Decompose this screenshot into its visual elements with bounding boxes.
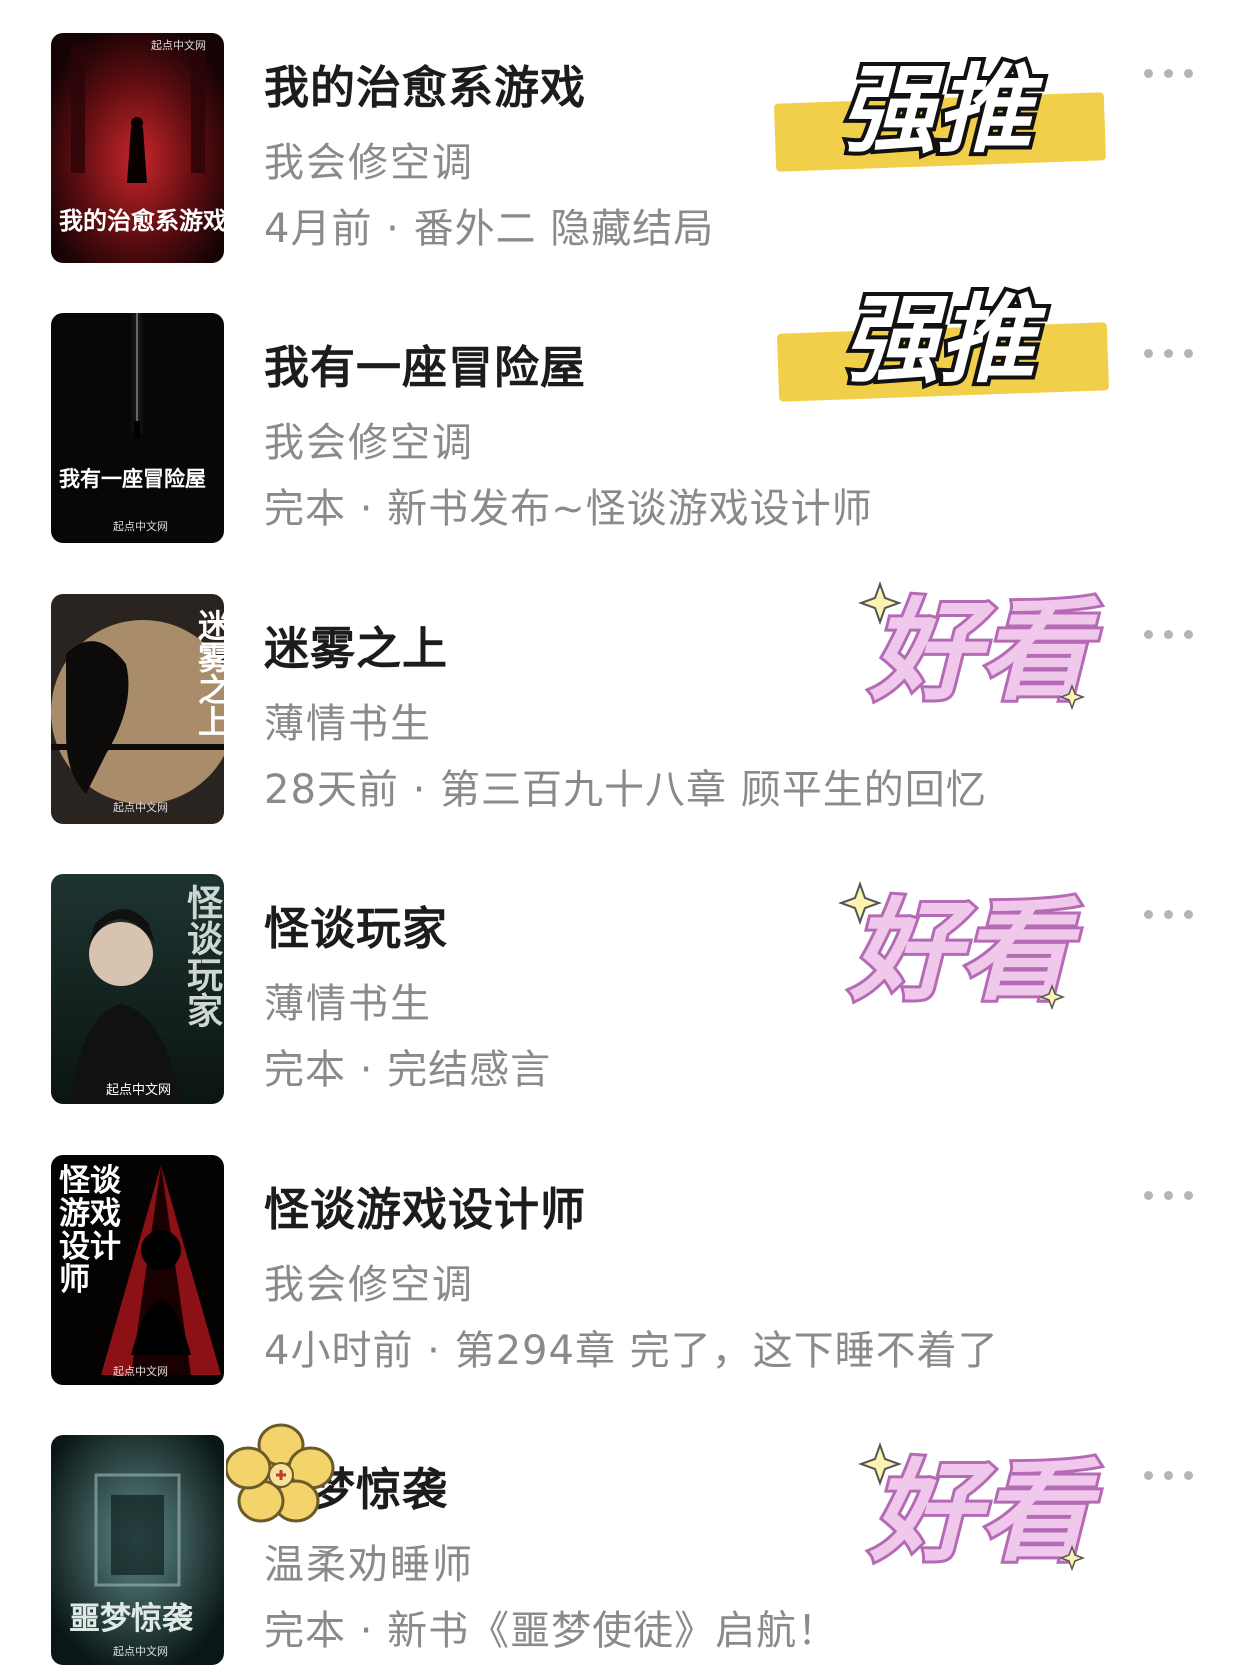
flower-sticker-icon <box>226 1423 335 1523</box>
book-title[interactable]: 迷雾之上 <box>264 612 448 677</box>
book-row[interactable]: 我有一座冒险屋 起点中文网 我有一座冒险屋 我会修空调 完本 · 新书发布~怪谈… <box>0 280 1242 549</box>
cover-publisher: 起点中文网 <box>113 801 168 814</box>
more-icon[interactable] <box>1140 63 1200 83</box>
book-row[interactable]: 怪谈游戏设计师 起点中文网 怪谈游戏设计师 我会修空调 4小时前 · 第294章… <box>0 1155 1242 1391</box>
book-author: 我会修空调 <box>264 1262 474 1308</box>
book-title[interactable]: 怪谈游戏设计师 <box>264 1173 586 1238</box>
book-cover[interactable]: 怪谈游戏设计师 起点中文网 <box>51 1155 224 1385</box>
more-icon[interactable] <box>1140 904 1200 924</box>
book-update-info: 4月前 · 番外二 隐藏结局 <box>264 206 715 252</box>
cover-title: 怪谈玩家 <box>181 884 223 1028</box>
cover-title: 迷雾之上 <box>193 609 224 737</box>
book-cover[interactable]: 噩梦惊袭 起点中文网 <box>51 1435 224 1665</box>
strong-recommend-sticker: 强推 <box>777 280 1109 402</box>
more-icon[interactable] <box>1140 624 1200 644</box>
book-author: 我会修空调 <box>264 140 474 186</box>
book-author: 薄情书生 <box>264 981 432 1027</box>
cover-title: 噩梦惊袭 <box>69 1601 193 1637</box>
book-update-info: 完本 · 完结感言 <box>264 1047 552 1093</box>
cover-publisher: 起点中文网 <box>113 1645 168 1658</box>
cover-publisher: 起点中文网 <box>151 39 206 52</box>
good-read-sticker: 好看 <box>838 881 1084 1014</box>
cover-publisher: 起点中文网 <box>113 520 168 533</box>
book-cover[interactable]: 迷雾之上 起点中文网 <box>51 594 224 824</box>
book-title[interactable]: 我有一座冒险屋 <box>264 331 586 396</box>
book-title[interactable]: 怪谈玩家 <box>264 892 448 957</box>
sticker-text: 强推 <box>840 54 1044 166</box>
book-author: 我会修空调 <box>264 420 474 466</box>
cover-publisher: 起点中文网 <box>106 1083 172 1098</box>
cover-title: 我有一座冒险屋 <box>59 466 206 491</box>
book-title[interactable]: 我的治愈系游戏 <box>264 51 586 116</box>
sticker-text: 强推 <box>843 284 1047 396</box>
cover-title: 我的治愈系游戏 <box>59 206 224 235</box>
book-update-info: 4小时前 · 第294章 完了，这下睡不着了 <box>264 1328 999 1374</box>
book-cover[interactable]: 我有一座冒险屋 起点中文网 <box>51 313 224 543</box>
more-icon[interactable] <box>1140 343 1200 363</box>
book-row[interactable]: 噩梦惊袭 起点中文网 噩梦惊袭 温柔劝睡师 完本 · 新书《噩梦使徒》启航！ 好… <box>0 1423 1242 1671</box>
book-row[interactable]: 怪谈玩家 起点中文网 怪谈玩家 薄情书生 完本 · 完结感言 好看 <box>0 874 1242 1110</box>
book-cover[interactable]: 我的治愈系游戏 起点中文网 <box>51 33 224 263</box>
more-icon[interactable] <box>1140 1465 1200 1485</box>
more-icon[interactable] <box>1140 1185 1200 1205</box>
book-row[interactable]: 我的治愈系游戏 起点中文网 我的治愈系游戏 我会修空调 4月前 · 番外二 隐藏… <box>0 33 1242 269</box>
cover-publisher: 起点中文网 <box>113 1365 168 1378</box>
book-row[interactable]: 迷雾之上 起点中文网 迷雾之上 薄情书生 28天前 · 第三百九十八章 顾平生的… <box>0 581 1242 830</box>
good-read-sticker: 好看 <box>858 581 1104 714</box>
book-author: 温柔劝睡师 <box>264 1542 474 1588</box>
book-author: 薄情书生 <box>264 701 432 747</box>
cover-title: 怪谈游戏设计师 <box>59 1163 121 1298</box>
book-cover[interactable]: 怪谈玩家 起点中文网 <box>51 874 224 1104</box>
book-update-info: 28天前 · 第三百九十八章 顾平生的回忆 <box>264 767 987 813</box>
book-update-info: 完本 · 新书发布~怪谈游戏设计师 <box>264 486 873 532</box>
book-list: 我的治愈系游戏 起点中文网 我的治愈系游戏 我会修空调 4月前 · 番外二 隐藏… <box>0 0 1242 1676</box>
strong-recommend-sticker: 强推 <box>774 50 1106 172</box>
good-read-sticker: 好看 <box>858 1442 1104 1575</box>
book-update-info: 完本 · 新书《噩梦使徒》启航！ <box>264 1608 839 1654</box>
